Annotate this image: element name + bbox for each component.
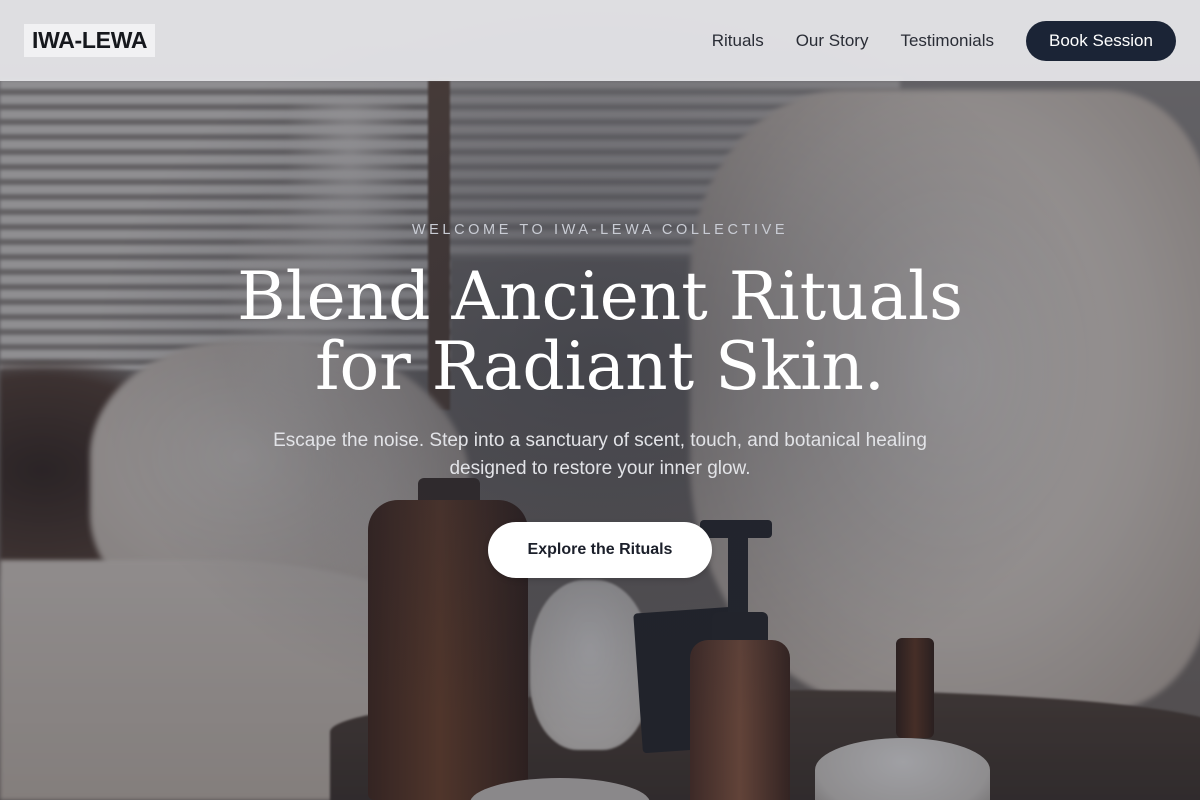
hero-eyebrow: WELCOME TO IWA-LEWA COLLECTIVE — [411, 222, 789, 238]
hero-section: WELCOME TO IWA-LEWA COLLECTIVE Blend Anc… — [0, 0, 1200, 800]
hero-headline-line-2: for Radiant Skin. — [315, 328, 885, 405]
hero-headline-line-1: Blend Ancient Rituals — [237, 258, 963, 335]
nav-link-rituals[interactable]: Rituals — [712, 31, 764, 51]
hero-headline: Blend Ancient Rituals for Radiant Skin. — [0, 262, 1200, 402]
brand-logo[interactable]: IWA-LEWA — [24, 24, 156, 57]
top-navbar: IWA-LEWA Rituals Our Story Testimonials … — [0, 0, 1200, 81]
main-nav: Rituals Our Story Testimonials Book Sess… — [712, 20, 1176, 61]
hero-subtext: Escape the noise. Step into a sanctuary … — [273, 430, 927, 479]
explore-rituals-button[interactable]: Explore the Rituals — [488, 522, 712, 578]
book-session-button[interactable]: Book Session — [1026, 20, 1176, 61]
nav-link-testimonials[interactable]: Testimonials — [900, 31, 994, 51]
nav-link-our-story[interactable]: Our Story — [796, 31, 869, 51]
